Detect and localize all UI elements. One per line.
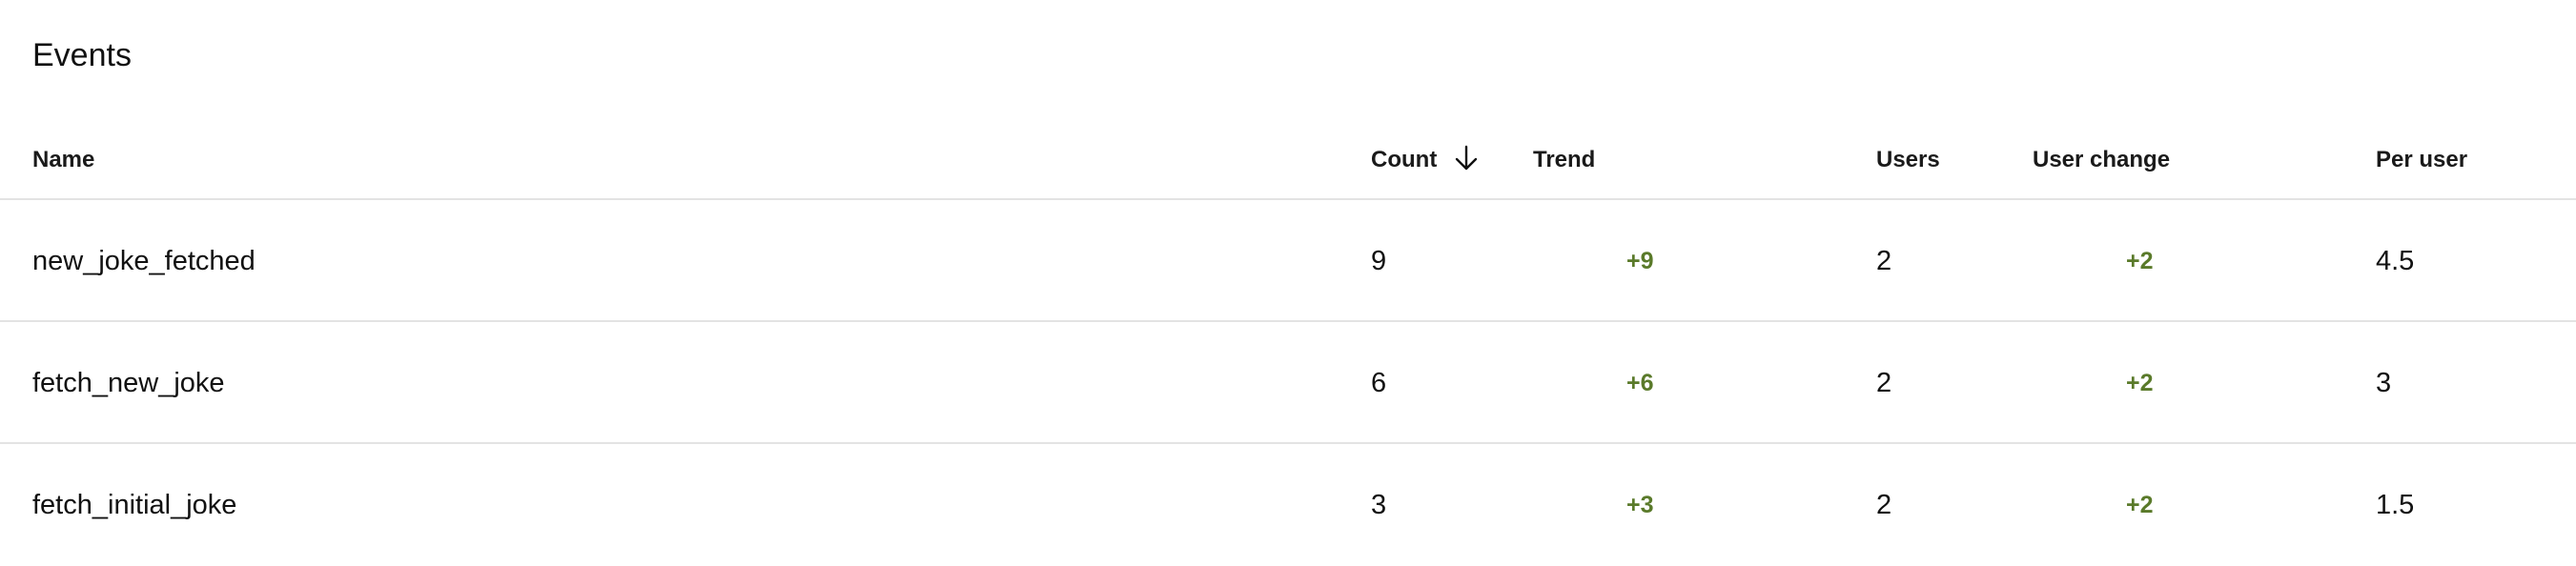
event-name[interactable]: new_joke_fetched — [32, 242, 256, 280]
event-users: 2 — [1876, 490, 1892, 520]
event-name[interactable]: fetch_new_joke — [32, 364, 225, 402]
event-users: 2 — [1876, 246, 1892, 276]
column-header-name[interactable]: Name — [32, 143, 94, 177]
event-users: 2 — [1876, 368, 1892, 398]
column-header-per-user[interactable]: Per user — [2376, 143, 2467, 177]
event-count: 6 — [1371, 368, 1387, 398]
event-count: 3 — [1371, 490, 1387, 520]
event-user-change: +2 — [2126, 370, 2154, 396]
events-table: Name Count Trend Users User change Per u… — [0, 122, 2576, 566]
column-header-trend[interactable]: Trend — [1533, 143, 1595, 177]
event-per-user: 3 — [2376, 368, 2392, 398]
event-name[interactable]: fetch_initial_joke — [32, 486, 236, 524]
column-header-count[interactable]: Count — [1371, 143, 1481, 177]
event-count: 9 — [1371, 246, 1387, 276]
column-header-users[interactable]: Users — [1876, 143, 1940, 177]
event-trend: +6 — [1626, 370, 1654, 396]
table-row[interactable]: new_joke_fetched 9 +9 2 +2 4.5 — [0, 200, 2576, 322]
event-per-user: 1.5 — [2376, 490, 2415, 520]
table-header-row: Name Count Trend Users User change Per u… — [0, 122, 2576, 200]
event-per-user: 4.5 — [2376, 246, 2415, 276]
event-user-change: +2 — [2126, 248, 2154, 274]
event-trend: +3 — [1626, 492, 1654, 518]
table-row[interactable]: fetch_new_joke 6 +6 2 +2 3 — [0, 322, 2576, 444]
event-trend: +9 — [1626, 248, 1654, 274]
table-row[interactable]: fetch_initial_joke 3 +3 2 +2 1.5 — [0, 444, 2576, 566]
column-header-user-change[interactable]: User change — [2033, 143, 2170, 177]
section-title: Events — [32, 37, 132, 73]
column-header-count-label: Count — [1371, 147, 1438, 172]
arrow-down-icon[interactable] — [1452, 144, 1481, 172]
event-user-change: +2 — [2126, 492, 2154, 518]
